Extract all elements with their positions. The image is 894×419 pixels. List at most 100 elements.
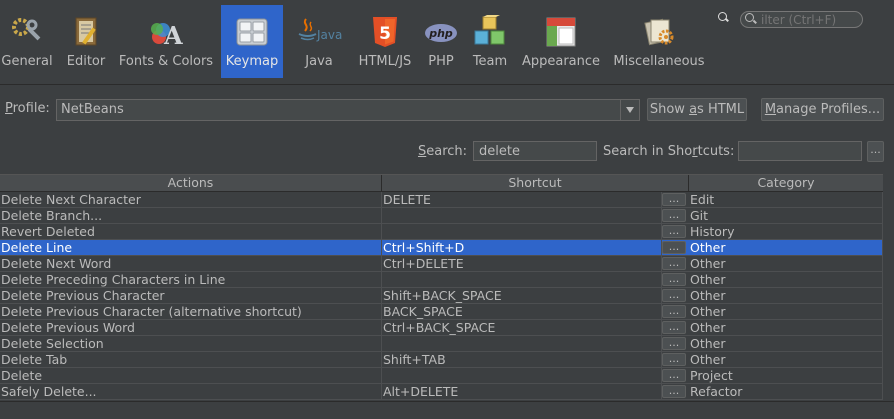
editor-icon xyxy=(69,15,103,49)
table-row[interactable]: Delete Selection... Other xyxy=(0,336,883,352)
action-cell: Delete Line xyxy=(0,240,382,256)
filter-search-field[interactable] xyxy=(740,11,863,28)
shortcut-cell: DELETE xyxy=(382,192,662,208)
table-row[interactable]: Delete... Project xyxy=(0,368,883,384)
shortcut-cell xyxy=(382,208,662,224)
action-cell: Delete Previous Character (alternative s… xyxy=(0,304,382,320)
profile-label: Profile: xyxy=(5,101,50,116)
category-cell: Project xyxy=(689,368,883,384)
php-icon: php xyxy=(424,15,458,49)
category-cell: Other xyxy=(689,272,883,288)
edit-shortcut-button[interactable]: ... xyxy=(662,273,686,286)
search-in-shortcuts-input[interactable] xyxy=(738,141,862,161)
options-category-toolbar: General Editor A Fonts & Colors Keymap J… xyxy=(0,0,894,78)
category-label: General xyxy=(1,54,53,69)
svg-text:A: A xyxy=(163,21,183,49)
edit-shortcut-button[interactable]: ... xyxy=(662,193,686,206)
shortcut-cell: Ctrl+BACK_SPACE xyxy=(382,320,662,336)
edit-shortcut-button[interactable]: ... xyxy=(662,353,686,366)
category-cell: Other xyxy=(689,288,883,304)
action-cell: Delete xyxy=(0,368,382,384)
search-input[interactable] xyxy=(473,141,597,161)
category-label: Fonts & Colors xyxy=(118,54,214,69)
category-label: Appearance xyxy=(521,54,601,69)
action-cell: Delete Tab xyxy=(0,352,382,368)
table-row[interactable]: Delete Previous Word Ctrl+BACK_SPACE... Ot… xyxy=(0,320,883,336)
table-row[interactable]: Delete Next Word Ctrl+DELETE... Other xyxy=(0,256,883,272)
category-appearance[interactable]: Appearance xyxy=(518,5,604,78)
profile-combobox[interactable]: NetBeans xyxy=(56,99,640,121)
category-team[interactable]: Team xyxy=(468,5,512,78)
edit-shortcut-button[interactable]: ... xyxy=(662,209,686,222)
svg-text:5: 5 xyxy=(379,24,391,44)
shortcut-cell: Shift+BACK_SPACE xyxy=(382,288,662,304)
category-cell: Other xyxy=(689,352,883,368)
table-row[interactable]: Delete Branch...... Git xyxy=(0,208,883,224)
keymap-table: Actions Shortcut Category Delete Next Ch… xyxy=(0,174,883,401)
shortcut-picker-button[interactable]: ... xyxy=(867,141,884,162)
table-header: Actions Shortcut Category xyxy=(0,175,883,192)
category-miscellaneous[interactable]: Miscellaneous xyxy=(612,5,706,78)
edit-shortcut-button[interactable]: ... xyxy=(662,225,686,238)
category-php[interactable]: php PHP xyxy=(420,5,462,78)
shortcut-cell: BACK_SPACE xyxy=(382,304,662,320)
edit-shortcut-button[interactable]: ... xyxy=(662,289,686,302)
category-label: Team xyxy=(472,54,508,69)
category-keymap[interactable]: Keymap xyxy=(221,5,283,78)
category-java[interactable]: Java Java xyxy=(292,5,346,78)
shortcut-cell: Shift+TAB xyxy=(382,352,662,368)
table-row[interactable]: Delete Preceding Characters in Line... Ot… xyxy=(0,272,883,288)
edit-shortcut-button[interactable]: ... xyxy=(662,305,686,318)
table-row[interactable]: Delete Line Ctrl+Shift+D... Other xyxy=(0,240,883,256)
action-cell: Delete Previous Character xyxy=(0,288,382,304)
search-in-shortcuts-label: Search in Shortcuts: xyxy=(603,144,735,159)
category-cell: Edit xyxy=(689,192,883,208)
profile-value: NetBeans xyxy=(61,102,124,117)
horizontal-scrollbar[interactable] xyxy=(0,401,894,419)
category-cell: Other xyxy=(689,320,883,336)
category-fonts-colors[interactable]: A Fonts & Colors xyxy=(116,5,216,78)
category-cell: Git xyxy=(689,208,883,224)
team-icon xyxy=(473,15,507,49)
general-icon xyxy=(10,15,44,49)
shortcut-cell: Alt+DELETE xyxy=(382,384,662,400)
chevron-down-icon[interactable] xyxy=(620,100,639,120)
table-row[interactable]: Delete Tab Shift+TAB... Other xyxy=(0,352,883,368)
category-general[interactable]: General xyxy=(0,5,54,78)
edit-shortcut-button[interactable]: ... xyxy=(662,385,686,398)
action-cell: Delete Next Word xyxy=(0,256,382,272)
edit-shortcut-button[interactable]: ... xyxy=(662,257,686,270)
table-row[interactable]: Safely Delete... Alt+DELETE... Refactor xyxy=(0,384,883,400)
table-row[interactable]: Delete Previous Character Shift+BACK_SPAC… xyxy=(0,288,883,304)
column-header-shortcut[interactable]: Shortcut xyxy=(382,175,689,191)
appearance-icon xyxy=(544,15,578,49)
miscellaneous-icon xyxy=(642,15,676,49)
search-label: Search: xyxy=(418,144,468,159)
edit-shortcut-button[interactable]: ... xyxy=(662,369,686,382)
manage-profiles-button[interactable]: Manage Profiles... xyxy=(761,98,884,121)
category-html-js[interactable]: 5 HTML/JS xyxy=(355,5,415,78)
edit-shortcut-button[interactable]: ... xyxy=(662,241,686,254)
column-header-actions[interactable]: Actions xyxy=(0,175,382,191)
shortcut-cell xyxy=(382,224,662,240)
vertical-scrollbar[interactable] xyxy=(883,175,894,401)
table-row[interactable]: Revert Deleted... History xyxy=(0,224,883,240)
edit-shortcut-button[interactable]: ... xyxy=(662,321,686,334)
category-label: HTML/JS xyxy=(358,54,412,69)
html5-icon: 5 xyxy=(368,15,402,49)
action-cell: Safely Delete... xyxy=(0,384,382,400)
category-cell: Other xyxy=(689,304,883,320)
table-row[interactable]: Delete Next Character DELETE... Edit xyxy=(0,192,883,208)
category-cell: Other xyxy=(689,240,883,256)
table-row[interactable]: Delete Previous Character (alternative s… xyxy=(0,304,883,320)
category-cell: History xyxy=(689,224,883,240)
filter-input[interactable] xyxy=(761,12,857,27)
action-cell: Delete Branch... xyxy=(0,208,382,224)
category-cell: Refactor xyxy=(689,384,883,400)
column-header-category[interactable]: Category xyxy=(689,175,883,191)
edit-shortcut-button[interactable]: ... xyxy=(662,337,686,350)
fonts-colors-icon: A xyxy=(149,15,183,50)
category-cell: Other xyxy=(689,336,883,352)
category-editor[interactable]: Editor xyxy=(60,5,112,78)
show-as-html-button[interactable]: Show as HTML xyxy=(647,98,747,121)
